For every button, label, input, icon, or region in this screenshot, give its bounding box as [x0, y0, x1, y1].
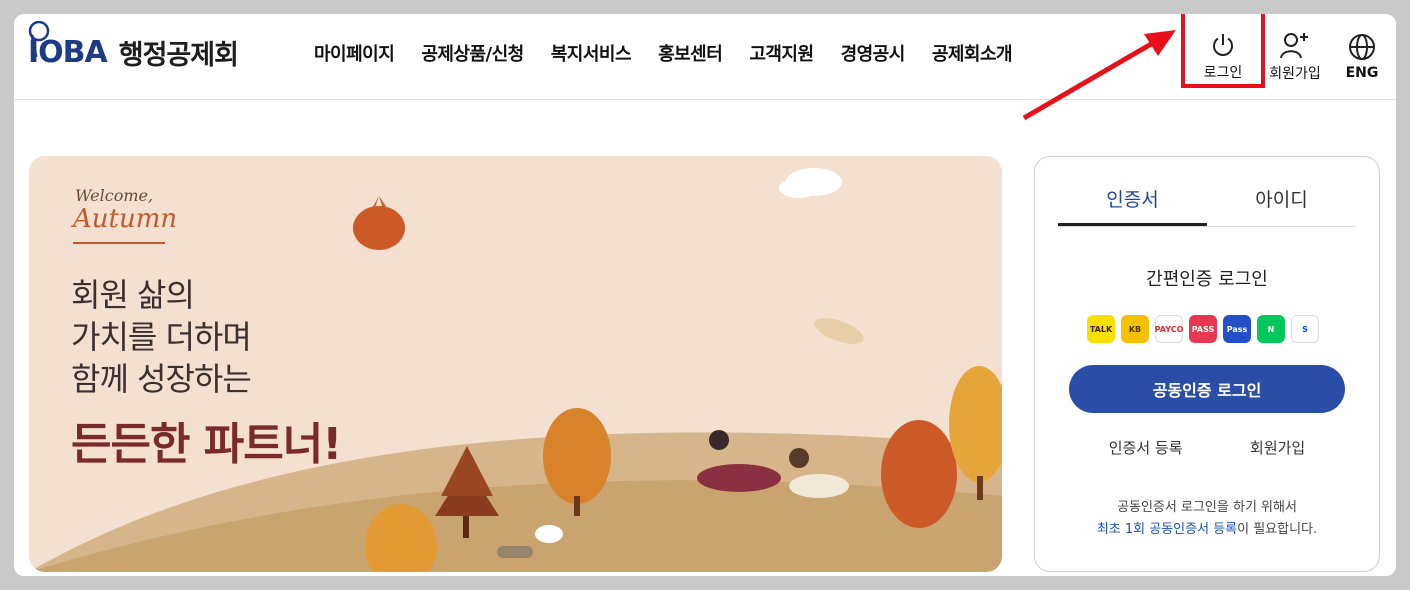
- join-button[interactable]: 회원가입: [1264, 14, 1326, 100]
- hero-banner[interactable]: Welcome, Autumn 회원 삶의 가치를 더하며 함께 성장하는 든든…: [29, 156, 1002, 572]
- notice-tail: 이 필요합니다.: [1237, 522, 1318, 537]
- notice-highlight-link[interactable]: 최초 1회 공동인증서 등록: [1097, 522, 1237, 537]
- red-arrow-annotation: [1022, 30, 1176, 121]
- banner-autumn: Autumn: [73, 204, 178, 234]
- logo-figure-icon: [28, 20, 50, 57]
- globe-icon: [1349, 34, 1375, 60]
- notice-line-2: 최초 1회 공동인증서 등록이 필요합니다.: [1035, 519, 1379, 541]
- easy-auth-providers: TALK KB PAYCO PASS Pass N S: [1087, 315, 1319, 343]
- nav-item-mypage[interactable]: 마이페이지: [314, 40, 395, 66]
- provider-talk-icon[interactable]: TALK: [1087, 315, 1115, 343]
- main-nav: 마이페이지 공제상품/신청 복지서비스 홍보센터 고객지원 경영공시 공제회소개: [314, 40, 1039, 66]
- notice-line-1: 공동인증서 로그인을 하기 위해서: [1117, 500, 1297, 515]
- panel-join-link[interactable]: 회원가입: [1250, 437, 1305, 458]
- provider-s-icon[interactable]: S: [1291, 315, 1319, 343]
- banner-headline: 든든한 파트너!: [71, 419, 342, 470]
- provider-payco-icon[interactable]: PAYCO: [1155, 315, 1183, 343]
- tab-id[interactable]: 아이디: [1207, 175, 1356, 226]
- easy-auth-title: 간편인증 로그인: [1146, 269, 1268, 290]
- language-button[interactable]: ENG: [1339, 14, 1385, 100]
- cert-notice: 공동인증서 로그인을 하기 위해서 최초 1회 공동인증서 등록이 필요합니다.: [1035, 497, 1379, 541]
- nav-item-pr-center[interactable]: 홍보센터: [658, 40, 723, 66]
- logo-mark: IOBA: [28, 20, 108, 70]
- nav-item-disclosure[interactable]: 경영공시: [841, 40, 906, 66]
- add-user-icon: [1280, 33, 1308, 59]
- tab-certificate[interactable]: 인증서: [1058, 175, 1207, 226]
- eng-label: ENG: [1345, 65, 1379, 81]
- cert-register-link[interactable]: 인증서 등록: [1109, 437, 1183, 458]
- nav-item-support[interactable]: 고객지원: [749, 40, 814, 66]
- provider-pass-icon[interactable]: PASS: [1189, 315, 1217, 343]
- banner-tagline: 회원 삶의 가치를 더하며 함께 성장하는: [71, 274, 252, 400]
- site-logo[interactable]: IOBA 행정공제회: [28, 20, 239, 80]
- banner-welcome: Welcome,: [75, 186, 154, 205]
- provider-n-icon[interactable]: N: [1257, 315, 1285, 343]
- nav-item-products[interactable]: 공제상품/신청: [421, 40, 524, 66]
- panel-links: 인증서 등록 회원가입: [1035, 437, 1379, 458]
- nav-item-welfare[interactable]: 복지서비스: [551, 40, 632, 66]
- login-panel: 인증서 아이디 간편인증 로그인 TALK KB PAYCO PASS Pass N S 공…: [1034, 156, 1380, 572]
- banner-line-2: 가치를 더하며: [71, 318, 252, 356]
- nav-item-about[interactable]: 공제회소개: [932, 40, 1013, 66]
- login-tabs: 인증서 아이디: [1058, 175, 1356, 227]
- logo-name: 행정공제회: [118, 39, 239, 71]
- banner-line-3: 함께 성장하는: [71, 360, 252, 398]
- join-label: 회원가입: [1269, 66, 1321, 82]
- provider-kb-icon[interactable]: KB: [1121, 315, 1149, 343]
- banner-underline: [73, 242, 165, 244]
- provider-pass-icon[interactable]: Pass: [1223, 315, 1251, 343]
- browser-frame: IOBA 행정공제회 마이페이지 공제상품/신청 복지서비스 홍보센터 고객지원…: [14, 14, 1396, 576]
- slide-indicator[interactable]: [497, 546, 533, 558]
- banner-line-1: 회원 삶의: [71, 276, 195, 314]
- highlight-box: [1181, 14, 1265, 88]
- cert-login-button[interactable]: 공동인증 로그인: [1069, 365, 1345, 413]
